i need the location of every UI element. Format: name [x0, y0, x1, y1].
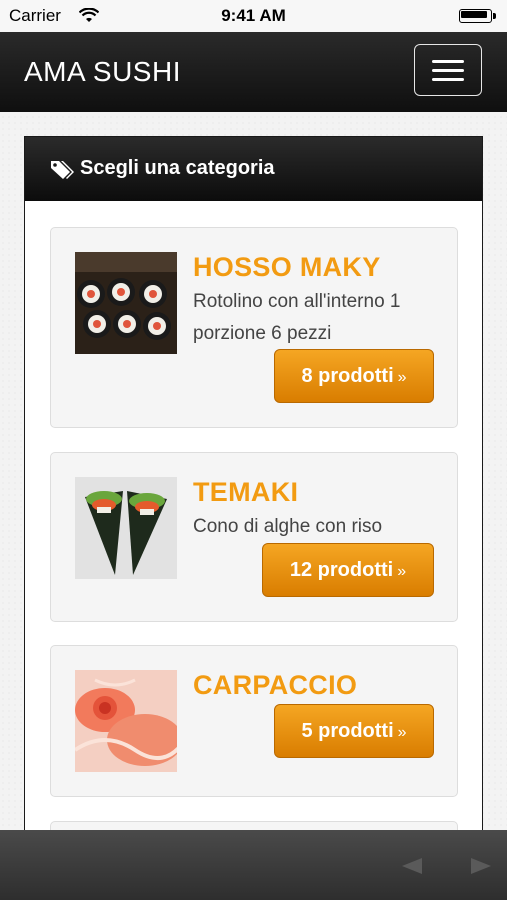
category-title[interactable]: HOSSO MAKY	[193, 252, 381, 283]
category-description: Cono di alghe con riso	[193, 516, 383, 537]
category-image	[75, 477, 177, 579]
menu-toggle-button[interactable]	[414, 44, 482, 96]
products-button-label: 8 prodotti	[301, 365, 394, 387]
category-title[interactable]: TEMAKI	[193, 477, 298, 508]
products-button[interactable]: 12 prodotti»	[262, 543, 434, 597]
panel-title: Scegli una categoria	[80, 157, 275, 179]
products-button-label: 12 prodotti	[289, 559, 394, 581]
bottom-toolbar	[0, 830, 507, 900]
navbar: AMA SUSHI	[0, 32, 507, 112]
status-bar: Carrier 9:41 AM	[0, 0, 507, 32]
raquo-icon: »	[397, 369, 407, 386]
category-card[interactable]: HOSSO MAKY Rotolino con all'interno 1 po…	[50, 227, 458, 428]
back-arrow-icon[interactable]	[402, 858, 422, 874]
products-button-label: 5 prodotti	[301, 720, 394, 742]
category-card[interactable]: CARPACCIO 5 prodotti»	[50, 645, 458, 797]
products-button[interactable]: 5 prodotti»	[274, 704, 434, 758]
raquo-icon: »	[397, 724, 407, 741]
category-title[interactable]: CARPACCIO	[193, 670, 357, 701]
status-time: 9:41 AM	[221, 6, 286, 25]
category-image	[75, 252, 177, 354]
tags-icon	[51, 161, 74, 179]
category-card[interactable]: TEMAKI Cono di alghe con riso 12 prodott…	[50, 452, 458, 622]
raquo-icon: »	[397, 563, 407, 580]
products-button[interactable]: 8 prodotti»	[274, 349, 434, 403]
category-panel: Scegli una categoria HOSSO MAKY Rotolino…	[24, 136, 483, 861]
category-description: Rotolino con all'interno 1 porzione 6 pe…	[193, 291, 401, 344]
category-image	[75, 670, 177, 772]
brand-title[interactable]: AMA SUSHI	[24, 56, 181, 88]
forward-arrow-icon[interactable]	[471, 858, 491, 874]
panel-heading: Scegli una categoria	[25, 137, 482, 201]
battery-icon	[459, 9, 497, 25]
